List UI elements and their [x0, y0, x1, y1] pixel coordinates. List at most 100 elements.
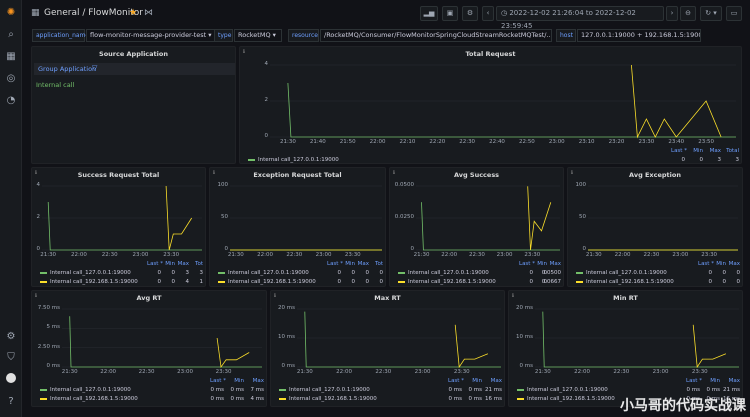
legend-header-max[interactable]: Max [707, 148, 721, 154]
chart-plot[interactable] [588, 185, 738, 251]
chart-plot[interactable] [297, 308, 501, 369]
legend-header-last[interactable]: Last * [686, 378, 702, 384]
legend-row[interactable]: Internal call_127.0.0.1:19000 [398, 270, 489, 276]
legend-header-min[interactable]: Min [230, 378, 244, 384]
zoom-out-button[interactable]: ⊖ [680, 6, 696, 21]
series-line-remote[interactable] [216, 337, 250, 369]
exception-request-total-panel[interactable]: ℹ Exception Request Total 100 50 0 21:30 22:00… [209, 167, 386, 287]
avatar[interactable] [4, 373, 18, 387]
shield-icon[interactable]: ⛉ [4, 351, 18, 365]
avg-exception-panel[interactable]: ℹ Avg Exception 100 50 0 21:30 22:00 22:30 23:00… [567, 167, 743, 287]
var-select-type[interactable]: RocketMQ ▾ [234, 29, 282, 42]
share-icon[interactable]: ⋈ [144, 8, 153, 18]
legend-series-name: Internal call_127.0.0.1:19000 [527, 387, 608, 393]
legend-header-last[interactable]: Last * [698, 261, 714, 267]
group-application-header[interactable]: Group Application ▽ [34, 63, 235, 75]
time-range-picker[interactable]: ◷ 2022-12-02 21:26:04 to 2022-12-02 23:5… [496, 6, 664, 30]
legend-row[interactable]: Internal call_192.168.1.5:19000 [398, 279, 496, 285]
time-back-button[interactable]: ‹ [482, 6, 494, 21]
explore-icon[interactable]: ◎ [4, 72, 18, 86]
chart-plot[interactable] [416, 185, 561, 251]
series-line-local[interactable] [69, 316, 262, 368]
legend-header-last[interactable]: Last * [210, 378, 226, 384]
source-application-panel[interactable]: Source Application Group Application ▽ I… [31, 46, 236, 164]
legend-header-min[interactable]: Min [689, 148, 703, 154]
legend-header-min[interactable]: Min [533, 261, 547, 267]
legend-row[interactable]: Internal call_127.0.0.1:19000 [40, 387, 131, 393]
series-line-local[interactable] [47, 201, 202, 251]
legend-row[interactable]: Internal call_192.168.1.5:19000 [576, 279, 674, 285]
avg-rt-panel[interactable]: ℹ Avg RT 7.50 ms 5 ms 2.50 ms 0 ms 21:30 22:00 2… [31, 290, 267, 407]
legend-header-min[interactable]: Min [161, 261, 175, 267]
avg-success-panel[interactable]: ℹ Avg Success 0.0500 0.0250 0 21:30 22:00 22:30… [389, 167, 564, 287]
legend-header-min[interactable]: Min [341, 261, 355, 267]
refresh-button[interactable]: ↻ ▾ [700, 6, 722, 21]
grafana-logo-icon[interactable]: ✺ [4, 6, 18, 20]
help-icon[interactable]: ? [4, 395, 18, 409]
time-forward-button[interactable]: › [666, 6, 678, 21]
var-select-application[interactable]: flow-monitor-message-provider-test ▾ [86, 29, 228, 42]
legend-header-max[interactable]: Max [726, 378, 740, 384]
legend-header-max[interactable]: Max [175, 261, 189, 267]
series-line-remote[interactable] [454, 324, 489, 369]
legend-row[interactable]: Internal call_192.168.1.5:19000 [40, 396, 138, 402]
source-item-internal-call[interactable]: Internal call [36, 81, 74, 89]
alerting-icon[interactable]: ◔ [4, 94, 18, 108]
legend-header-last[interactable]: Last * [519, 261, 535, 267]
legend-row[interactable]: Internal call_127.0.0.1:19000 [279, 387, 370, 393]
series-line-local[interactable] [421, 202, 561, 251]
legend-header-tot[interactable]: Tot [369, 261, 383, 267]
legend-header-max[interactable]: Max [250, 378, 264, 384]
min-rt-panel[interactable]: ℹ Min RT 20 ms 10 ms 0 ms 21:30 22:00 22:30 23:0… [508, 290, 743, 407]
legend-header-total[interactable]: Total [725, 148, 739, 154]
series-line-remote[interactable] [692, 324, 727, 369]
settings-icon[interactable]: ⚙ [4, 330, 18, 344]
series-line-local[interactable] [542, 311, 739, 368]
legend-header-min[interactable]: Min [706, 378, 720, 384]
legend-header-last[interactable]: Last * [671, 148, 687, 154]
chart-plot[interactable] [535, 308, 739, 369]
tv-mode-button[interactable]: ▭ [726, 6, 742, 21]
search-icon[interactable]: ⌕ [4, 28, 18, 42]
legend-header-max[interactable]: Max [355, 261, 369, 267]
legend-header-max[interactable]: Max [488, 378, 502, 384]
legend-header-last[interactable]: Last * [147, 261, 163, 267]
dashboard-settings-button[interactable]: ⚙ [462, 6, 478, 21]
series-line-local[interactable] [287, 82, 736, 138]
dashboards-icon[interactable]: ▦ [4, 50, 18, 64]
legend-header-min[interactable]: Min [468, 378, 482, 384]
legend-header-tot[interactable]: Tot [189, 261, 203, 267]
chart-plot[interactable] [230, 185, 382, 251]
panel-title: Avg RT [136, 294, 162, 302]
chart-plot[interactable] [270, 64, 736, 139]
legend-row[interactable]: Internal call_192.168.1.5:19000 [517, 396, 615, 402]
legend-header-last[interactable]: Last * [327, 261, 343, 267]
legend-row[interactable]: Internal call_127.0.0.1:19000 [517, 387, 608, 393]
legend-row[interactable]: Internal call_127.0.0.1:19000 [40, 270, 131, 276]
var-select-resource[interactable]: /RocketMQ/Consumer/FlowMonitorSpringClou… [320, 29, 552, 42]
add-panel-button[interactable]: ▂▅ [420, 6, 438, 21]
legend-row[interactable]: Internal call_127.0.0.1:19000 [576, 270, 667, 276]
legend-row[interactable]: Internal call_192.168.1.5:19000 [218, 279, 316, 285]
chart-plot[interactable] [42, 185, 202, 251]
success-request-total-panel[interactable]: ℹ Success Request Total 4 2 0 21:30 22:00 22:30… [31, 167, 206, 287]
var-select-host[interactable]: 127.0.0.1:19000 + 192.168.1.5:19000 ▾ [577, 29, 701, 42]
legend-header-last[interactable]: Last * [448, 378, 464, 384]
legend-row[interactable]: Internal call_127.0.0.1:19000 [248, 157, 339, 163]
max-rt-panel[interactable]: ℹ Max RT 20 ms 10 ms 0 ms 21:30 22:00 22:30 23:0… [270, 290, 505, 407]
save-dashboard-button[interactable]: ▣ [442, 6, 458, 21]
star-icon[interactable]: ★ [129, 8, 137, 18]
legend-row[interactable]: Internal call_192.168.1.5:19000 [279, 396, 377, 402]
legend-row[interactable]: Internal call_192.168.1.5:19000 [40, 279, 138, 285]
legend-header-min[interactable]: Min [712, 261, 726, 267]
x-tick-label: 23:30 [701, 252, 718, 258]
chart-plot[interactable] [62, 308, 262, 369]
legend-row[interactable]: Internal call_127.0.0.1:19000 [218, 270, 309, 276]
total-request-panel[interactable]: ℹ Total Request 4 2 0 21:30 21:40 21:50 22:00 22:… [239, 46, 742, 164]
legend-swatch [218, 280, 225, 283]
series-line-local[interactable] [304, 311, 501, 368]
filter-icon[interactable]: ▽ [92, 64, 97, 72]
x-tick-label: 22:00 [257, 252, 273, 258]
legend-header-max[interactable]: Max [726, 261, 740, 267]
legend-header-max[interactable]: Max [547, 261, 561, 267]
